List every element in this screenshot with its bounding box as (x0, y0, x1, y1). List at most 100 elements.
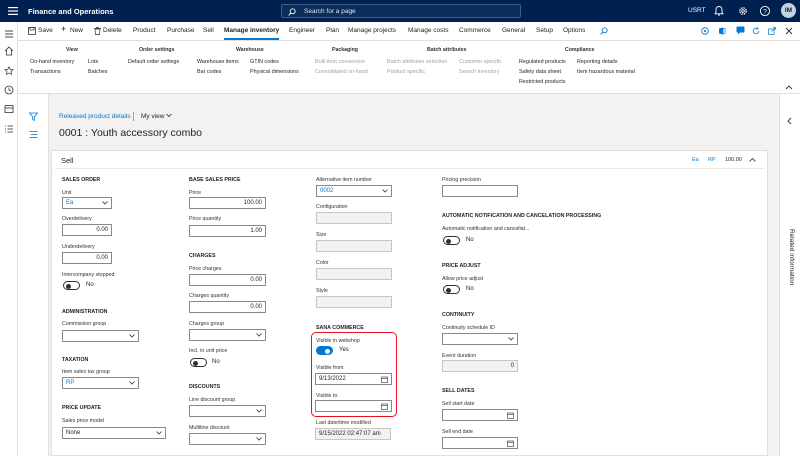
avatar[interactable]: IM (781, 3, 796, 18)
calendar-icon[interactable] (381, 376, 388, 383)
visible-from-input[interactable]: 9/13/2022 (315, 373, 392, 385)
tab-sell[interactable]: Sell (203, 27, 214, 34)
sell-end-date-label: Sell end date (442, 429, 473, 435)
ribbon-transactions[interactable]: Transactions (30, 69, 61, 75)
tab-manage-inventory[interactable]: Manage inventory (224, 27, 279, 34)
chevron-up-icon[interactable] (785, 84, 793, 90)
breadcrumb[interactable]: Released product details (59, 113, 131, 120)
calendar-icon[interactable] (381, 403, 388, 410)
ribbon-restricted-products[interactable]: Restricted products (519, 79, 565, 85)
company-picker[interactable]: USRT (688, 7, 706, 14)
commission-select[interactable] (62, 330, 139, 342)
tab-purchase[interactable]: Purchase (167, 27, 194, 34)
continuity-schedule-select[interactable] (442, 333, 518, 345)
chevron-down-icon (256, 437, 262, 441)
sales-price-model-select[interactable]: None (62, 427, 166, 439)
multiline-discount-select[interactable] (189, 433, 266, 445)
ribbon-bar-codes[interactable]: Bar codes (197, 69, 221, 75)
waffle-icon[interactable] (8, 6, 18, 16)
chevron-left-icon[interactable] (786, 117, 793, 125)
ribbon-batch-attributes-selection[interactable]: Batch attributes selection (387, 59, 447, 65)
new-button[interactable]: New (70, 27, 83, 34)
view-selector[interactable]: My view (141, 113, 173, 120)
tab-setup[interactable]: Setup (536, 27, 553, 34)
search-icon[interactable] (600, 27, 608, 35)
ribbon-search-inventory[interactable]: Search inventory (459, 69, 499, 75)
calendar-icon[interactable] (507, 412, 514, 419)
ribbon-customer-specific[interactable]: Customer specific (459, 59, 502, 65)
sell-end-date-input[interactable] (442, 437, 518, 449)
tab-general[interactable]: General (502, 27, 525, 34)
diamond-icon[interactable] (701, 27, 709, 35)
chat-icon[interactable] (736, 26, 745, 35)
ribbon-onhand-inventory[interactable]: On-hand inventory (30, 59, 74, 65)
help-icon[interactable]: ? (759, 5, 771, 17)
ribbon-consolidated-onhand[interactable]: Consolidated on-hand (315, 69, 368, 75)
tab-options[interactable]: Options (563, 27, 585, 34)
ribbon-warehouse-items[interactable]: Warehouse items (197, 59, 239, 65)
filter-icon[interactable] (29, 112, 38, 121)
app-name[interactable]: Finance and Operations (28, 7, 113, 16)
pricing-precision-input[interactable] (442, 185, 518, 197)
ribbon-regulated-products[interactable]: Regulated products (519, 59, 566, 65)
ribbon-item-hazardous-material[interactable]: Item hazardous material (577, 69, 635, 75)
charges-quantity-input[interactable]: 0.00 (189, 301, 266, 313)
visible-to-input[interactable] (315, 400, 392, 412)
refresh-icon[interactable] (752, 27, 760, 35)
ribbon-lots[interactable]: Lots (88, 59, 98, 65)
ribbon-batches[interactable]: Batches (88, 69, 107, 75)
chevron-up-icon[interactable] (749, 157, 756, 163)
fasttab-title[interactable]: Sell (61, 156, 74, 165)
pricing-precision-label: Pricing precision (442, 177, 481, 183)
tab-manage-projects[interactable]: Manage projects (348, 27, 396, 34)
save-button[interactable]: Save (38, 27, 53, 34)
ribbon-bulk-item-conversion[interactable]: Bulk item conversion (315, 59, 365, 65)
office-icon[interactable] (718, 27, 726, 35)
related-information-pane[interactable]: Related information (779, 94, 800, 456)
tab-plan[interactable]: Plan (326, 27, 339, 34)
ribbon-safety-data-sheet[interactable]: Safety data sheet (519, 69, 561, 75)
auto-notification-toggle[interactable] (443, 236, 460, 245)
alt-item-select[interactable]: 0002 (316, 185, 392, 197)
tab-product[interactable]: Product (133, 27, 155, 34)
price-input[interactable]: 100.00 (189, 197, 266, 209)
search-box[interactable]: Search for a page (281, 4, 521, 18)
underdelivery-input[interactable]: 0.00 (62, 252, 112, 264)
gear-icon[interactable] (737, 5, 749, 17)
allow-price-adjust-toggle[interactable] (443, 285, 460, 294)
ribbon-product-specific[interactable]: Product specific (387, 69, 425, 75)
bell-icon[interactable] (713, 5, 725, 17)
workspaces-icon[interactable] (4, 104, 14, 114)
sell-start-date-input[interactable] (442, 409, 518, 421)
tax-group-select[interactable]: RP (62, 377, 139, 389)
star-icon[interactable] (4, 66, 14, 76)
calendar-icon[interactable] (507, 440, 514, 447)
overdelivery-input[interactable]: 0.00 (62, 224, 112, 236)
line-discount-select[interactable] (189, 405, 266, 417)
visible-webshop-toggle[interactable] (316, 346, 333, 355)
home-icon[interactable] (4, 46, 14, 56)
menu-icon[interactable] (4, 29, 14, 39)
popout-icon[interactable] (768, 27, 776, 35)
tab-commerce[interactable]: Commerce (459, 27, 491, 34)
tab-manage-costs[interactable]: Manage costs (408, 27, 448, 34)
price-charges-input[interactable]: 0.00 (189, 274, 266, 286)
ribbon-default-order-settings[interactable]: Default order settings (128, 59, 179, 65)
section-discounts: DISCOUNTS (189, 384, 221, 390)
intercompany-toggle[interactable] (63, 281, 80, 290)
unit-select[interactable]: Ea (62, 197, 112, 209)
ribbon-reporting-details[interactable]: Reporting details (577, 59, 617, 65)
ribbon: View On-hand inventory Lots Transactions… (18, 41, 800, 94)
section-sales-order: SALES ORDER (62, 177, 101, 183)
incl-unit-price-toggle[interactable] (190, 358, 207, 367)
list-icon[interactable] (29, 130, 38, 139)
recent-icon[interactable] (4, 85, 14, 95)
close-icon[interactable] (785, 27, 793, 35)
delete-button[interactable]: Delete (103, 27, 122, 34)
tab-engineer[interactable]: Engineer (289, 27, 315, 34)
price-quantity-input[interactable]: 1.00 (189, 225, 266, 237)
modules-icon[interactable] (4, 124, 14, 134)
ribbon-gtin-codes[interactable]: GTIN codes (250, 59, 279, 65)
charges-group-select[interactable] (189, 329, 266, 341)
ribbon-physical-dimensions[interactable]: Physical dimensions (250, 69, 299, 75)
